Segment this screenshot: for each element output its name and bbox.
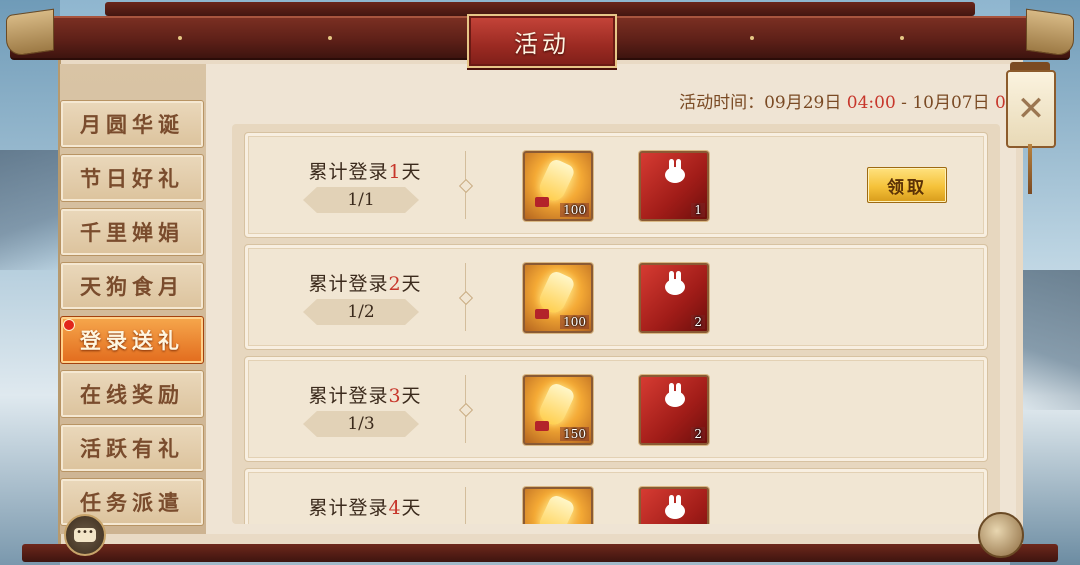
list-item: 累计登录1天 1/1 100 1 领取 <box>244 132 988 238</box>
item-quantity: 100 <box>560 315 589 329</box>
lantern-icon[interactable]: 100 <box>523 151 593 221</box>
chat-icon: ••• <box>74 528 96 542</box>
background-roof-left <box>0 150 60 270</box>
item-quantity: 2 <box>691 315 705 329</box>
lantern-tassel <box>535 421 549 431</box>
list-item: 累计登录3天 1/3 150 2 <box>244 356 988 462</box>
rabbit-emblem <box>665 383 685 407</box>
sidebar-item-online-reward[interactable]: 在线奖励 <box>60 370 204 418</box>
rabbit-emblem <box>665 495 685 519</box>
time-mid: - 10月07日 <box>895 93 995 113</box>
sidebar-item-label: 登录送礼 <box>80 328 184 353</box>
item-quantity: 2 <box>691 427 705 441</box>
progress-pill: 1/2 <box>303 299 419 325</box>
rabbit-emblem <box>665 159 685 183</box>
row-title-suffix: 天 <box>401 273 422 295</box>
claim-button-label: 领取 <box>887 177 927 198</box>
chat-button[interactable]: ••• <box>64 514 106 556</box>
row-title: 累计登录1天 <box>305 157 425 184</box>
title-plaque: 活动 <box>467 14 617 68</box>
divider-ornament <box>458 402 474 418</box>
row-day: 4 <box>388 497 402 519</box>
row-title-prefix: 累计登录 <box>308 161 389 183</box>
red-envelope-icon[interactable]: 2 <box>639 263 709 333</box>
row-day: 2 <box>388 273 402 295</box>
red-envelope-icon[interactable] <box>639 487 709 524</box>
beam-stud <box>328 36 332 40</box>
red-envelope-icon[interactable]: 2 <box>639 375 709 445</box>
background-roof-right <box>1020 270 1080 410</box>
background-sky-left <box>0 0 60 565</box>
item-quantity: 150 <box>560 427 589 441</box>
row-title-prefix: 累计登录 <box>308 497 389 519</box>
row-title: 累计登录3天 <box>305 381 425 408</box>
progress-pill: 1/1 <box>303 187 419 213</box>
close-icon: ✕ <box>1016 89 1046 129</box>
beam-end-left <box>6 8 54 58</box>
row-title-suffix: 天 <box>401 385 422 407</box>
sidebar-item-label: 天狗食月 <box>80 274 184 299</box>
page-title: 活动 <box>514 29 570 58</box>
progress-pill: 1/3 <box>303 411 419 437</box>
sidebar-item-chanjuan[interactable]: 千里婵娟 <box>60 208 204 256</box>
sidebar-item-label: 任务派遣 <box>80 490 184 515</box>
row-title: 累计登录4天 <box>305 493 425 520</box>
activity-sidebar: 月圆华诞 节日好礼 千里婵娟 天狗食月 登录送礼 在线奖励 活跃有礼 任务派遣 <box>60 64 206 534</box>
sidebar-item-label: 月圆华诞 <box>80 112 184 137</box>
reward-list[interactable]: 累计登录1天 1/1 100 1 领取 累计登录2天 1/2 100 2 累计登… <box>232 124 1000 524</box>
divider-ornament <box>458 290 474 306</box>
row-title-suffix: 天 <box>401 161 422 183</box>
row-title-suffix: 天 <box>401 497 422 519</box>
notification-dot <box>63 319 75 331</box>
beam-stud <box>900 36 904 40</box>
claim-button[interactable]: 领取 <box>867 167 947 203</box>
row-day: 3 <box>388 385 402 407</box>
round-menu-button[interactable] <box>978 512 1024 558</box>
divider-ornament <box>458 178 474 194</box>
lantern-shape <box>535 493 577 524</box>
red-envelope-icon[interactable]: 1 <box>639 151 709 221</box>
beam-stud <box>750 36 754 40</box>
lantern-tassel-string <box>1028 144 1032 194</box>
bottom-beam <box>22 544 1058 562</box>
sidebar-item-active-gift[interactable]: 活跃有礼 <box>60 424 204 472</box>
sidebar-item-eclipse[interactable]: 天狗食月 <box>60 262 204 310</box>
row-title: 累计登录2天 <box>305 269 425 296</box>
item-quantity: 1 <box>691 203 705 217</box>
lantern-tassel <box>535 197 549 207</box>
time-label: 活动时间：09月29日 <box>679 93 847 113</box>
row-title-prefix: 累计登录 <box>308 273 389 295</box>
sidebar-item-moon-festival[interactable]: 月圆华诞 <box>60 100 204 148</box>
list-item: 累计登录2天 1/2 100 2 <box>244 244 988 350</box>
sidebar-item-label: 千里婵娟 <box>80 220 184 245</box>
row-day: 1 <box>388 161 402 183</box>
sidebar-item-label: 在线奖励 <box>80 382 184 407</box>
divider <box>465 487 466 524</box>
close-button[interactable]: ✕ <box>1006 70 1056 148</box>
row-title-prefix: 累计登录 <box>308 385 389 407</box>
lantern-icon[interactable]: 100 <box>523 263 593 333</box>
sidebar-item-login-gift[interactable]: 登录送礼 <box>60 316 204 364</box>
sidebar-item-holiday-gift[interactable]: 节日好礼 <box>60 154 204 202</box>
sidebar-item-label: 活跃有礼 <box>80 436 184 461</box>
beam-end-right <box>1026 8 1074 58</box>
rabbit-emblem <box>665 271 685 295</box>
start-time: 04:00 <box>846 93 896 113</box>
list-item: 累计登录4天 <box>244 468 988 524</box>
activity-time: 活动时间：09月29日 04:00 - 10月07日 04:00 <box>679 88 1044 113</box>
lantern-tassel <box>535 309 549 319</box>
beam-stud <box>178 36 182 40</box>
lantern-icon[interactable]: 150 <box>523 375 593 445</box>
sidebar-item-label: 节日好礼 <box>80 166 184 191</box>
lantern-icon[interactable] <box>523 487 593 524</box>
item-quantity: 100 <box>560 203 589 217</box>
